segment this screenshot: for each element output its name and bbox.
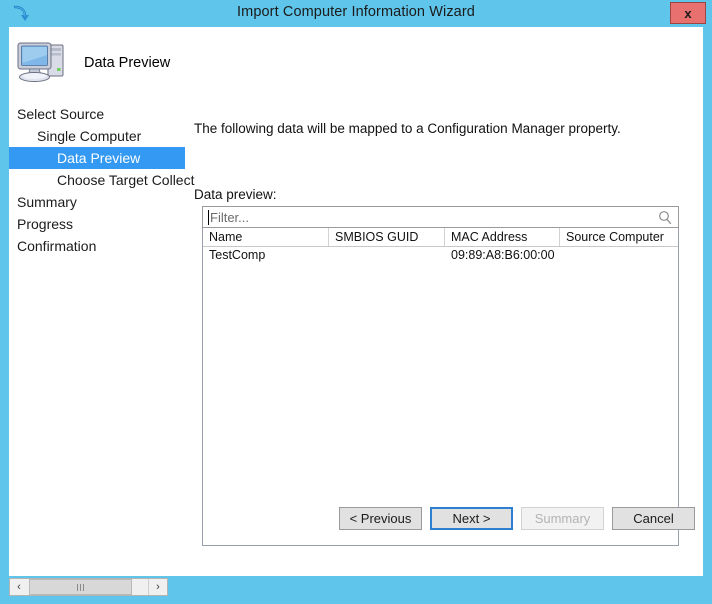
previous-button[interactable]: < Previous [339, 507, 422, 530]
wizard-body: Data Preview Select Source Single Comput… [9, 27, 703, 576]
cell-smbios-guid [329, 247, 445, 264]
filter-placeholder: Filter... [210, 210, 250, 225]
close-icon: x [684, 5, 692, 21]
column-header-name[interactable]: Name [203, 228, 329, 246]
bottom-bar: ‹ › [0, 576, 712, 604]
data-preview-listbox[interactable]: Name SMBIOS GUID MAC Address Source Comp… [202, 228, 679, 546]
text-caret [208, 210, 209, 225]
next-button[interactable]: Next > [430, 507, 513, 530]
nav-item-confirmation[interactable]: Confirmation [9, 235, 185, 257]
wizard-window: Import Computer Information Wizard x Dat… [0, 0, 712, 604]
nav-item-select-source[interactable]: Select Source [9, 103, 185, 125]
nav-item-summary[interactable]: Summary [9, 191, 185, 213]
wizard-header: Data Preview [9, 27, 703, 95]
column-header-source-computer[interactable]: Source Computer [560, 228, 678, 246]
search-icon[interactable] [657, 210, 673, 226]
computer-icon [14, 35, 70, 87]
grip-line [83, 583, 84, 591]
page-title: Data Preview [84, 55, 171, 71]
summary-button: Summary [521, 507, 604, 530]
grip-line [77, 583, 78, 591]
scroll-left-arrow-icon[interactable]: ‹ [10, 579, 28, 595]
column-header-mac-address[interactable]: MAC Address [445, 228, 560, 246]
table-body: TestComp 09:89:A8:B6:00:00 [203, 247, 678, 264]
nav-item-choose-target-collect[interactable]: Choose Target Collect [9, 169, 194, 191]
intro-text: The following data will be mapped to a C… [194, 121, 621, 136]
column-header-smbios-guid[interactable]: SMBIOS GUID [329, 228, 445, 246]
window-title: Import Computer Information Wizard [237, 4, 475, 20]
filter-input[interactable]: Filter... [202, 206, 679, 228]
scrollbar-thumb[interactable] [29, 579, 132, 595]
nav-item-data-preview[interactable]: Data Preview [9, 147, 185, 169]
nav-item-progress[interactable]: Progress [9, 213, 185, 235]
data-preview-label: Data preview: [194, 187, 277, 202]
horizontal-scrollbar[interactable]: ‹ › [9, 578, 168, 596]
cell-source-computer [560, 247, 678, 264]
table-header-row: Name SMBIOS GUID MAC Address Source Comp… [203, 228, 678, 247]
table-row[interactable]: TestComp 09:89:A8:B6:00:00 [203, 247, 678, 264]
wizard-navigation: Select Source Single Computer Data Previ… [9, 103, 194, 257]
scroll-right-arrow-icon[interactable]: › [148, 579, 167, 595]
cell-name: TestComp [209, 248, 266, 262]
close-button[interactable]: x [670, 2, 706, 24]
nav-item-single-computer[interactable]: Single Computer [9, 125, 185, 147]
cancel-button[interactable]: Cancel [612, 507, 695, 530]
grip-line [80, 583, 81, 591]
title-bar: Import Computer Information Wizard x [0, 0, 712, 27]
wizard-button-bar: < Previous Next > Summary Cancel [9, 507, 703, 547]
cell-mac-address: 09:89:A8:B6:00:00 [451, 248, 555, 262]
